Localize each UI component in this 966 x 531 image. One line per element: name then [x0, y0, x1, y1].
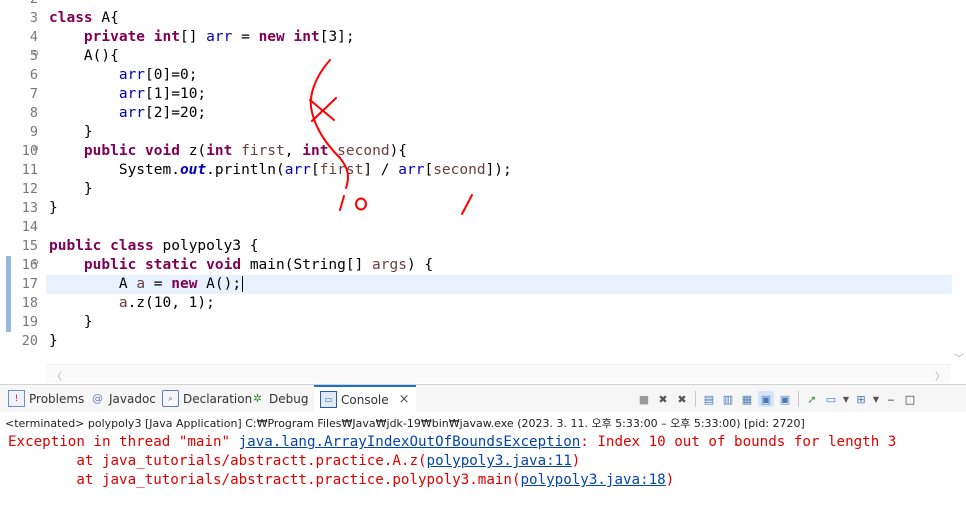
- line-number: 8: [29, 105, 38, 121]
- fold-toggle-icon[interactable]: ⊖: [33, 144, 38, 154]
- chevron-down-icon[interactable]: ▼: [842, 391, 850, 407]
- code-line-10: public void z(int first, int second){: [83, 143, 408, 159]
- code-line-18: a.z(10, 1);: [118, 295, 215, 311]
- code-line-9: }: [83, 124, 93, 140]
- close-icon[interactable]: ×: [399, 392, 410, 407]
- open-console-icon[interactable]: ⊞: [853, 391, 869, 407]
- tab-declaration[interactable]: ⌕ Declaration: [162, 385, 252, 412]
- fold-toggle-icon[interactable]: ⊖: [33, 258, 38, 268]
- show-on-output-icon[interactable]: ▣: [758, 391, 774, 407]
- line-number: 9: [29, 124, 38, 140]
- terminate-icon[interactable]: ■: [636, 391, 652, 407]
- console-output-line-3: at java_tutorials/abstractt.practice.pol…: [8, 472, 675, 488]
- code-line-13: }: [49, 200, 58, 216]
- code-line-20: }: [49, 333, 58, 349]
- display-console-icon[interactable]: ▭: [823, 391, 839, 407]
- toolbar-separator: [695, 391, 696, 407]
- problems-icon: !: [8, 390, 25, 407]
- line-number: 3: [29, 10, 38, 26]
- line-number-ruler: 2345⊖678910⊖111213141516⊖17181920: [0, 0, 46, 370]
- console-toolbar: ■ ✖ ✖ ▤ ▥ ▦ ▣ ▣ ➚ ▭ ▼ ⊞ ▼ ‒ □: [636, 390, 918, 408]
- code-line-6: arr[0]=0;: [118, 67, 198, 83]
- horizontal-scrollbar[interactable]: 〈 〉: [46, 364, 951, 383]
- code-line-7: arr[1]=10;: [118, 86, 207, 102]
- handwritten-annotation: [309, 59, 473, 215]
- line-number: 11: [21, 162, 38, 178]
- line-number: 20: [21, 333, 38, 349]
- scroll-lock-icon[interactable]: ▥: [720, 391, 736, 407]
- code-line-15: public class polypoly3 {: [49, 238, 259, 254]
- code-line-5: A(){: [83, 48, 119, 64]
- code-line-3: class A{: [49, 10, 119, 26]
- line-number: 4: [29, 29, 38, 45]
- at-icon: @: [92, 392, 103, 405]
- line-number: 6: [29, 67, 38, 83]
- tab-problems[interactable]: ! Problems: [8, 385, 84, 412]
- stack-trace-link[interactable]: polypoly3.java:18: [521, 472, 666, 488]
- console-view: ! Problems @ Javadoc ⌕ Declaration ✲ Deb…: [0, 384, 966, 531]
- console-output-line-2: at java_tutorials/abstractt.practice.A.z…: [8, 453, 581, 469]
- tab-console[interactable]: ▭ Console ×: [314, 385, 416, 412]
- remove-launch-icon[interactable]: ✖: [655, 391, 671, 407]
- scroll-left-icon[interactable]: 〈: [52, 368, 62, 383]
- code-line-11: System.out.println(arr[first] / arr[seco…: [118, 162, 512, 178]
- line-number: 15: [21, 238, 38, 254]
- tab-javadoc[interactable]: @ Javadoc: [90, 385, 156, 412]
- code-editor[interactable]: 2345⊖678910⊖111213141516⊖17181920 class …: [0, 0, 966, 383]
- word-wrap-icon[interactable]: ▦: [739, 391, 755, 407]
- code-line-16: public static void main(String[] args) {: [83, 257, 434, 273]
- line-number: 18: [21, 295, 38, 311]
- line-number: 19: [21, 314, 38, 330]
- code-line-8: arr[2]=20;: [118, 105, 207, 121]
- launch-status: <terminated> polypoly3 [Java Application…: [5, 417, 805, 430]
- clear-console-icon[interactable]: ▤: [701, 391, 717, 407]
- line-number: 2: [0, 0, 38, 9]
- line-number: 13: [21, 200, 38, 216]
- minimize-icon[interactable]: ‒: [883, 391, 899, 407]
- scroll-right-icon[interactable]: 〉: [935, 368, 945, 383]
- line-number: 7: [29, 86, 38, 102]
- view-tab-bar: ! Problems @ Javadoc ⌕ Declaration ✲ Deb…: [0, 385, 966, 412]
- tab-debug[interactable]: ✲ Debug: [250, 385, 309, 412]
- vertical-scrollbar[interactable]: ﹀: [952, 0, 966, 382]
- code-line-17: A a = new A();: [118, 276, 244, 292]
- scroll-down-icon[interactable]: ﹀: [954, 350, 964, 365]
- code-line-4: private int[] arr = new int[3];: [83, 29, 355, 45]
- chevron-down-icon[interactable]: ▼: [872, 391, 880, 407]
- line-number: 17: [21, 276, 38, 292]
- stack-trace-link[interactable]: polypoly3.java:11: [427, 453, 572, 469]
- bug-icon: ✲: [252, 392, 263, 405]
- console-output-line-1: Exception in thread "main" java.lang.Arr…: [8, 434, 897, 450]
- pin-console-icon[interactable]: ➚: [804, 391, 820, 407]
- fold-toggle-icon[interactable]: ⊖: [33, 49, 38, 59]
- declaration-icon: ⌕: [162, 390, 179, 407]
- toolbar-separator: [798, 391, 799, 407]
- code-line-19: }: [83, 314, 93, 330]
- text-cursor: [242, 276, 244, 292]
- code-line-12: }: [83, 181, 93, 197]
- remove-all-icon[interactable]: ✖: [674, 391, 690, 407]
- line-number: 12: [21, 181, 38, 197]
- show-on-error-icon[interactable]: ▣: [777, 391, 793, 407]
- exception-link[interactable]: java.lang.ArrayIndexOutOfBoundsException: [239, 434, 581, 450]
- line-number: 14: [21, 219, 38, 235]
- console-icon: ▭: [320, 391, 337, 408]
- maximize-icon[interactable]: □: [902, 391, 918, 407]
